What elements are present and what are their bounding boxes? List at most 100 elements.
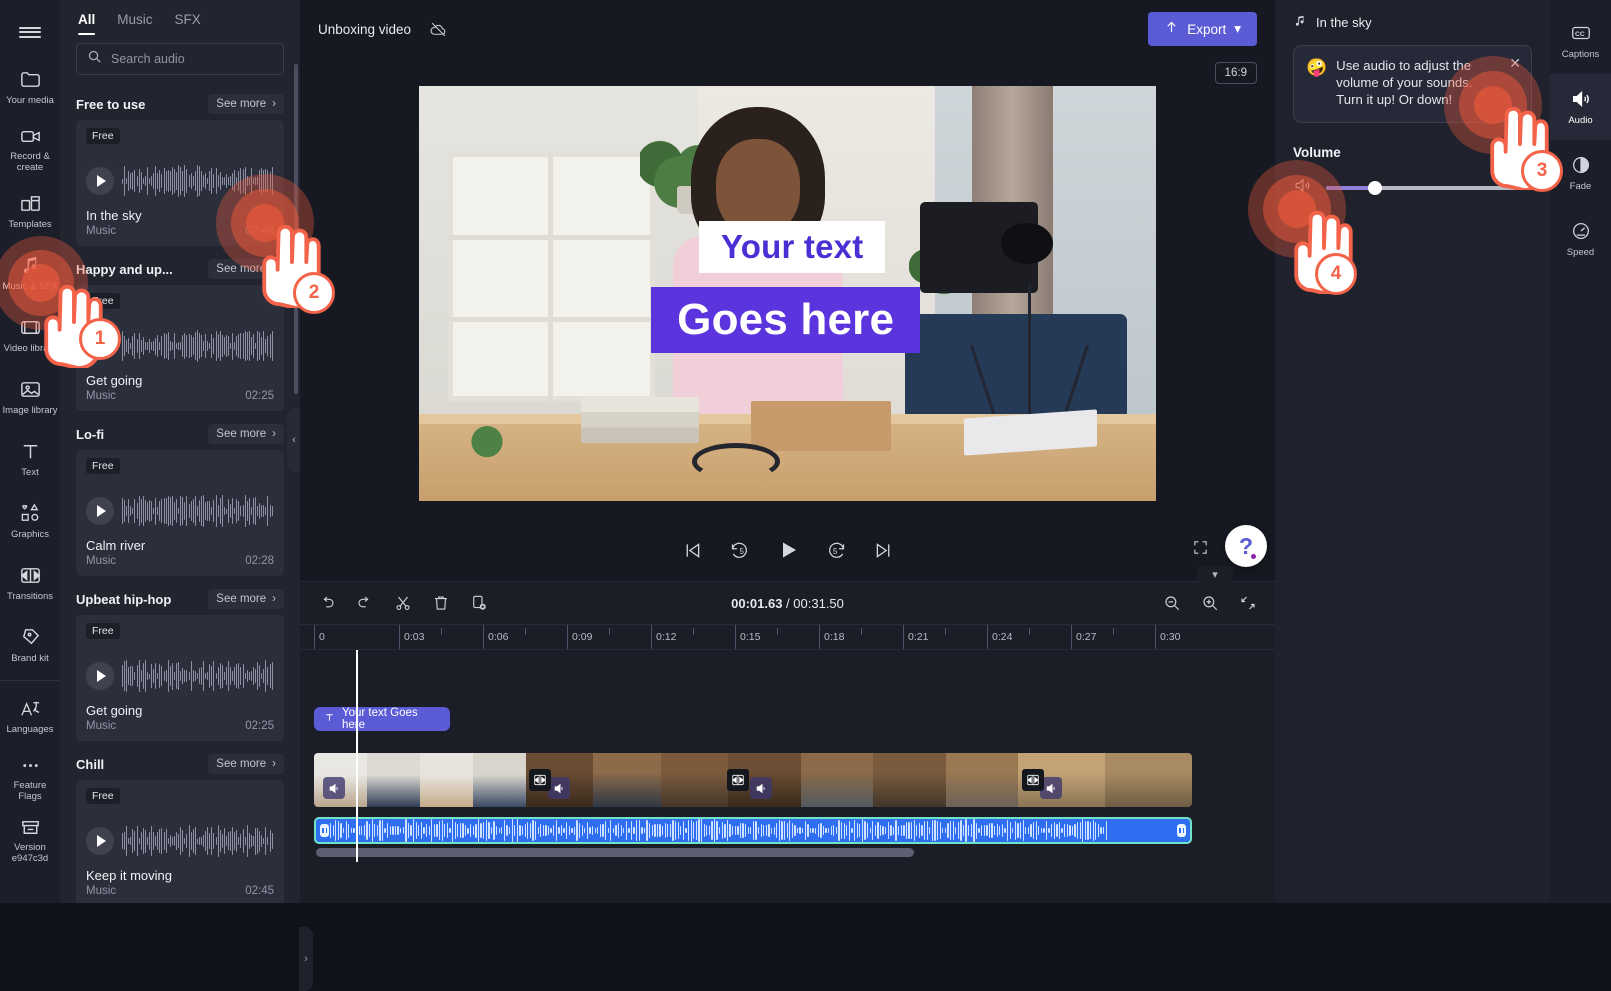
right-rail-item-audio[interactable]: Audio — [1550, 74, 1611, 140]
chevron-right-icon: › — [272, 428, 276, 440]
transition-marker-icon[interactable] — [1022, 769, 1044, 791]
fit-to-screen-icon[interactable] — [1239, 594, 1257, 612]
tab-all[interactable]: All — [78, 12, 96, 35]
redo-icon[interactable] — [356, 594, 374, 612]
trash-icon[interactable] — [432, 594, 450, 612]
fullscreen-icon[interactable] — [1192, 539, 1209, 561]
sidebar-item-languages[interactable]: Languages — [0, 685, 60, 747]
sidebar-item-brand-kit[interactable]: Brand kit — [0, 614, 60, 676]
export-label: Export — [1187, 21, 1227, 37]
volume-slider-thumb[interactable] — [1368, 180, 1383, 195]
scissors-icon[interactable] — [394, 594, 412, 612]
clip-mute-button[interactable] — [750, 777, 772, 799]
playhead[interactable] — [356, 650, 358, 862]
sidebar-item-transitions[interactable]: Transitions — [0, 552, 60, 614]
sidebar-item-graphics[interactable]: Graphics — [0, 490, 60, 552]
sidebar-item-music-sfx[interactable]: Music & SFX — [0, 242, 60, 304]
library-track-get-going-2[interactable]: Free Get going Music 02:25 — [76, 615, 284, 741]
collapse-library-button[interactable]: ‹ — [287, 408, 300, 472]
overlay-text-line1[interactable]: Your text — [699, 220, 886, 273]
sidebar-item-your-media[interactable]: Your media — [0, 56, 60, 118]
sidebar-item-label: Graphics — [10, 528, 49, 540]
right-rail-item-speed[interactable]: Speed — [1550, 206, 1611, 272]
search-box[interactable] — [76, 43, 284, 75]
library-track-keep-it-moving[interactable]: Free Keep it moving Music 02:45 — [76, 780, 284, 903]
right-rail-item-captions[interactable]: CC Captions — [1550, 8, 1611, 74]
preview-stage: 16:9 Your text Goes here — [300, 58, 1275, 519]
properties-title: In the sky — [1316, 15, 1372, 30]
library-track-calm-river[interactable]: Free Calm river Music 02:28 — [76, 450, 284, 576]
sidebar-item-image-library[interactable]: Image library — [0, 366, 60, 428]
sidebar-item-version[interactable]: Version e947c3d — [0, 809, 60, 871]
sidebar-item-video-library[interactable]: Video library — [0, 304, 60, 366]
clip-mute-button[interactable] — [323, 777, 345, 799]
collapse-properties-button[interactable]: › — [299, 927, 313, 991]
see-more-button[interactable]: See more › — [208, 589, 284, 609]
right-rail-label: Audio — [1568, 115, 1593, 126]
overlay-text-line2[interactable]: Goes here — [651, 287, 921, 354]
volume-slider[interactable] — [1326, 180, 1532, 195]
close-icon[interactable]: ✕ — [1509, 55, 1521, 72]
timeline-audio-clip[interactable] — [314, 817, 1192, 844]
cloud-off-icon[interactable] — [425, 16, 451, 42]
audio-trim-handle-right[interactable] — [1177, 824, 1186, 837]
speaker-icon — [1570, 88, 1592, 110]
timeline-text-clip[interactable]: Your text Goes here — [314, 707, 450, 731]
category-header: Chill See more › — [76, 754, 284, 774]
collapse-timeline-button[interactable]: ▾ — [1197, 566, 1233, 583]
coach-emoji: 🤪 — [1306, 58, 1328, 77]
play-track-button[interactable] — [86, 662, 114, 690]
track-name: Get going — [86, 703, 143, 718]
tab-sfx[interactable]: SFX — [175, 12, 201, 35]
sidebar-item-text[interactable]: Text — [0, 428, 60, 490]
play-track-button[interactable] — [86, 332, 114, 360]
clip-mute-button[interactable] — [548, 777, 570, 799]
search-input[interactable] — [111, 52, 273, 66]
track-duration: 02:25 — [245, 720, 274, 732]
sidebar-item-feature-flags[interactable]: Feature Flags — [0, 747, 60, 809]
library-track-in-the-sky[interactable]: Free In the sky Music 02:48 — [76, 120, 284, 246]
audio-trim-handle-left[interactable] — [320, 824, 329, 837]
duplicate-icon[interactable] — [470, 594, 488, 612]
skip-to-start-icon[interactable] — [682, 540, 703, 561]
play-icon[interactable] — [776, 538, 800, 562]
library-scrollbar[interactable] — [294, 64, 298, 394]
speaker-icon[interactable] — [1293, 176, 1312, 200]
right-rail-item-fade[interactable]: Fade — [1550, 140, 1611, 206]
forward-5-icon[interactable]: 5 — [826, 540, 847, 561]
see-more-button[interactable]: See more › — [208, 424, 284, 444]
timeline-horizontal-scrollbar[interactable] — [316, 848, 914, 857]
help-button[interactable]: ? — [1225, 525, 1267, 567]
track-duration: 02:48 — [245, 225, 274, 237]
hamburger-icon[interactable] — [0, 8, 60, 56]
skip-to-end-icon[interactable] — [873, 540, 894, 561]
library-track-get-going-1[interactable]: Free Get going Music 02:25 — [76, 285, 284, 411]
play-track-button[interactable] — [86, 827, 114, 855]
play-track-button[interactable] — [86, 167, 114, 195]
see-more-button[interactable]: See more › — [208, 94, 284, 114]
video-preview[interactable]: Your text Goes here — [419, 86, 1156, 501]
undo-icon[interactable] — [318, 594, 336, 612]
transition-marker-icon[interactable] — [727, 769, 749, 791]
timeline-ruler[interactable]: 0 0:03 0:06 0:09 0:12 0:15 0:18 0:21 0:2… — [300, 624, 1275, 650]
export-button[interactable]: Export ▾ — [1148, 12, 1257, 46]
timeline: ▾ 00:01.63 / 00:31.50 0 0:03 0:06 0:09 0… — [300, 566, 1275, 903]
project-title[interactable]: Unboxing video — [318, 22, 411, 37]
see-more-button[interactable]: See more › — [208, 259, 284, 279]
sidebar-item-record-create[interactable]: Record & create — [0, 118, 60, 180]
ruler-tick: 0 — [314, 625, 325, 649]
zoom-out-icon[interactable] — [1163, 594, 1181, 612]
rewind-5-icon[interactable]: 5 — [729, 540, 750, 561]
zoom-in-icon[interactable] — [1201, 594, 1219, 612]
clipchamp-editor: Your media Record & create Templates Mus… — [0, 0, 1611, 991]
transition-marker-icon[interactable] — [529, 769, 551, 791]
left-sidebar: Your media Record & create Templates Mus… — [0, 0, 60, 903]
aspect-ratio-badge[interactable]: 16:9 — [1214, 62, 1257, 84]
play-track-button[interactable] — [86, 497, 114, 525]
track-name: Calm river — [86, 538, 146, 553]
category-title: Chill — [76, 756, 105, 772]
timeline-video-clip[interactable] — [314, 753, 1192, 807]
see-more-button[interactable]: See more › — [208, 754, 284, 774]
sidebar-item-templates[interactable]: Templates — [0, 180, 60, 242]
tab-music[interactable]: Music — [117, 12, 152, 35]
